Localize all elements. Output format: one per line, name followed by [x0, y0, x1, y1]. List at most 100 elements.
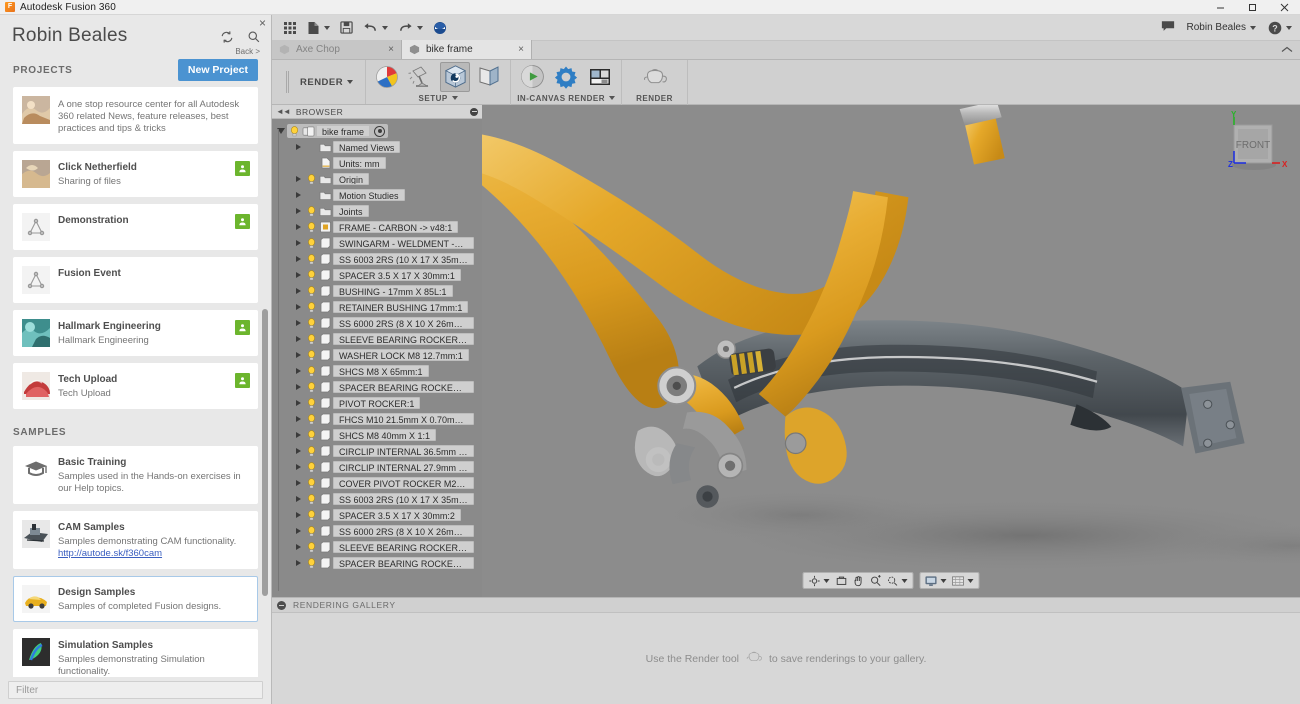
tree-node-label[interactable]: RETAINER BUSHING 17mm:1 [333, 301, 469, 313]
document-tab[interactable]: Axe Chop × [272, 40, 402, 59]
pan-hand-icon[interactable] [850, 573, 867, 588]
visibility-bulb-icon[interactable] [305, 557, 318, 569]
tree-node[interactable]: BUSHING - 17mm X 85L:1 [272, 283, 482, 299]
tree-node-label[interactable]: SLEEVE BEARING ROCKER - FWD:2 [333, 541, 474, 553]
visibility-bulb-icon[interactable] [305, 381, 318, 393]
show-data-panel-button[interactable] [278, 17, 302, 39]
tree-node-label[interactable]: Motion Studies [333, 189, 405, 201]
project-card[interactable]: Fusion Event [13, 257, 258, 303]
tree-node[interactable]: SS 6000 2RS (8 X 10 X 26mm):1 [272, 315, 482, 331]
tree-node[interactable]: SPACER 3.5 X 17 X 30mm:2 [272, 507, 482, 523]
tree-root-label[interactable]: bike frame [316, 125, 371, 137]
tree-node[interactable]: Joints [272, 203, 482, 219]
data-panel-close-button[interactable]: × [259, 17, 266, 29]
visibility-bulb-icon[interactable] [305, 317, 318, 329]
tree-node[interactable]: SS 6000 2RS (8 X 10 X 26mm):2 [272, 523, 482, 539]
maximize-button[interactable] [1236, 0, 1268, 15]
tree-node[interactable]: COVER PIVOT ROCKER M27.9 X 1(... [272, 475, 482, 491]
decal-icon[interactable] [474, 62, 504, 92]
tree-expand-arrow[interactable] [292, 192, 305, 198]
tree-node-label[interactable]: SPACER BEARING ROCKER - MID I... [333, 381, 474, 393]
tree-node[interactable]: CIRCLIP INTERNAL 36.5mm OD:1 [272, 443, 482, 459]
tree-node[interactable]: SWINGARM - WELDMENT -> v32:1 [272, 235, 482, 251]
refresh-icon[interactable] [220, 30, 234, 44]
tree-node[interactable]: SLEEVE BEARING ROCKER - FWD:2 [272, 539, 482, 555]
tree-expand-arrow[interactable] [292, 336, 305, 342]
in-canvas-render-icon[interactable] [517, 62, 547, 92]
tree-expand-arrow[interactable] [292, 528, 305, 534]
tree-expand-arrow[interactable] [292, 432, 305, 438]
tree-expand-arrow[interactable] [292, 512, 305, 518]
project-card[interactable]: A one stop resource center for all Autod… [13, 87, 258, 144]
tree-root-node[interactable]: bike frame [272, 123, 482, 139]
grid-snaps-icon[interactable] [950, 573, 967, 588]
view-cube[interactable]: FRONT Z Y X [1210, 110, 1292, 193]
tree-node-label[interactable]: SHCS M8 40mm X 1:1 [333, 429, 437, 441]
tree-expand-arrow[interactable] [292, 256, 305, 262]
project-card[interactable]: Tech Upload Tech Upload [13, 363, 258, 409]
visibility-bulb-icon[interactable] [305, 541, 318, 553]
visibility-bulb-icon[interactable] [305, 525, 318, 537]
sample-card[interactable]: Design Samples Samples of completed Fusio… [13, 576, 258, 622]
tree-node[interactable]: SHCS M8 40mm X 1:1 [272, 427, 482, 443]
tree-node[interactable]: RETAINER BUSHING 17mm:1 [272, 299, 482, 315]
tree-node-label[interactable]: Named Views [333, 141, 401, 153]
data-panel-back-link[interactable]: Back > [235, 47, 260, 56]
tree-node-label[interactable]: SS 6003 2RS (10 X 17 X 35mm):1 [333, 253, 474, 265]
tree-node-label[interactable]: SS 6003 2RS (10 X 17 X 35mm):2 [333, 493, 474, 505]
tree-expand-arrow[interactable] [292, 304, 305, 310]
tree-node-label[interactable]: SLEEVE BEARING ROCKER - FWD:1 [333, 333, 474, 345]
visibility-bulb-icon[interactable] [305, 365, 318, 377]
tree-node-label[interactable]: WASHER LOCK M8 12.7mm:1 [333, 349, 469, 361]
tree-node[interactable]: Motion Studies [272, 187, 482, 203]
minimize-button[interactable] [1204, 0, 1236, 15]
visibility-bulb-icon[interactable] [305, 429, 318, 441]
tree-node[interactable]: Units: mm [272, 155, 482, 171]
visibility-bulb-icon[interactable] [305, 493, 318, 505]
data-panel-scroll-area[interactable]: A one stop resource center for all Autod… [0, 87, 271, 677]
save-button[interactable] [335, 17, 358, 39]
tree-expand-arrow[interactable] [292, 400, 305, 406]
document-tab[interactable]: bike frame × [402, 40, 532, 59]
tree-node[interactable]: Named Views [272, 139, 482, 155]
project-card[interactable]: Demonstration [13, 204, 258, 250]
tree-node-label[interactable]: PIVOT ROCKER:1 [333, 397, 421, 409]
visibility-bulb-icon[interactable] [305, 509, 318, 521]
tree-node[interactable]: SPACER BEARING ROCKER - MID I... [272, 379, 482, 395]
tree-node-label[interactable]: Joints [333, 205, 369, 217]
tree-expand-arrow[interactable] [292, 288, 305, 294]
tree-expand-arrow[interactable] [292, 448, 305, 454]
tree-node-label[interactable]: BUSHING - 17mm X 85L:1 [333, 285, 453, 297]
tree-node[interactable]: SLEEVE BEARING ROCKER - FWD:1 [272, 331, 482, 347]
visibility-bulb-icon[interactable] [305, 461, 318, 473]
tree-node-label[interactable]: SS 6000 2RS (8 X 10 X 26mm):2 [333, 525, 474, 537]
tree-node[interactable]: CIRCLIP INTERNAL 27.9mm OD:1 [272, 459, 482, 475]
tree-node[interactable]: FRAME - CARBON -> v48:1 [272, 219, 482, 235]
close-icon[interactable]: × [385, 44, 397, 55]
help-menu-button[interactable]: ? [1268, 21, 1292, 35]
undo-button[interactable] [358, 17, 393, 39]
visibility-bulb-icon[interactable] [305, 221, 318, 233]
root-activate-icon[interactable] [374, 125, 386, 137]
orbit-icon[interactable] [806, 573, 823, 588]
chevron-down-icon[interactable] [901, 578, 908, 583]
project-card[interactable]: Hallmark Engineering Hallmark Engineering [13, 310, 258, 356]
tree-node-label[interactable]: SPACER 3.5 X 17 X 30mm:2 [333, 509, 461, 521]
workspace-switcher[interactable]: RENDER [272, 60, 367, 104]
tree-expand-arrow[interactable] [292, 544, 305, 550]
visibility-bulb-icon[interactable] [305, 269, 318, 281]
tree-node[interactable]: Origin [272, 171, 482, 187]
browser-menu-icon[interactable] [470, 107, 478, 116]
project-card[interactable]: Click Netherfield Sharing of files [13, 151, 258, 197]
tree-expand-arrow[interactable] [292, 176, 305, 182]
tree-node-label[interactable]: SHCS M8 X 65mm:1 [333, 365, 429, 377]
tree-expand-arrow[interactable] [292, 384, 305, 390]
close-button[interactable] [1268, 0, 1300, 15]
visibility-bulb-icon[interactable] [288, 125, 301, 137]
tree-node[interactable]: SHCS M8 X 65mm:1 [272, 363, 482, 379]
visibility-bulb-icon[interactable] [305, 205, 318, 217]
gallery-collapse-icon[interactable] [277, 600, 286, 610]
tree-node-label[interactable]: SWINGARM - WELDMENT -> v32:1 [333, 237, 474, 249]
tree-node[interactable]: SS 6003 2RS (10 X 17 X 35mm):1 [272, 251, 482, 267]
visibility-bulb-icon[interactable] [305, 349, 318, 361]
